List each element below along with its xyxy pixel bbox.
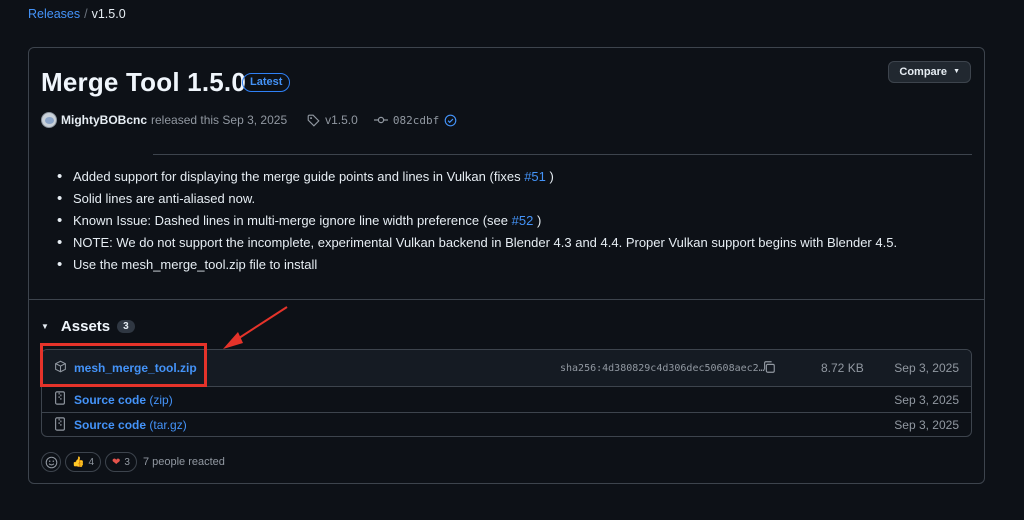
add-reaction-button[interactable] xyxy=(41,452,61,472)
source-zip-link[interactable]: Source code (zip) xyxy=(74,393,173,407)
issue-link[interactable]: #52 xyxy=(512,213,534,228)
note-item: Use the mesh_merge_tool.zip file to inst… xyxy=(57,254,897,276)
note-text: Added support for displaying the merge g… xyxy=(73,169,525,184)
header-divider xyxy=(153,154,972,155)
note-item: Solid lines are anti-aliased now. xyxy=(57,188,897,210)
breadcrumb-current: v1.5.0 xyxy=(91,7,126,21)
reactions-bar: 👍 4 ❤ 3 7 people reacted xyxy=(41,452,225,472)
breadcrumb: Releases / v1.5.0 xyxy=(28,7,126,21)
asset-date: Sep 3, 2025 xyxy=(894,392,959,407)
assets-toggle[interactable]: ▼ Assets 3 xyxy=(41,318,135,335)
heart-count: 3 xyxy=(124,456,130,468)
file-zip-icon xyxy=(54,391,66,408)
tag-icon xyxy=(307,114,320,127)
assets-divider xyxy=(29,299,984,300)
assets-heading: Assets xyxy=(60,318,111,335)
latest-badge: Latest xyxy=(242,73,291,92)
highlight-annotation-box xyxy=(40,343,207,387)
avatar[interactable] xyxy=(41,112,57,128)
asset-row: Source code (tar.gz) Sep 3, 2025 xyxy=(42,412,971,436)
note-text: Known Issue: Dashed lines in multi-merge… xyxy=(73,213,512,228)
source-targz-ext: (tar.gz) xyxy=(149,418,187,432)
commit-sha: 082cdbf xyxy=(392,113,440,127)
release-title: Merge Tool 1.5.0 xyxy=(41,67,246,97)
tag-link[interactable]: v1.5.0 xyxy=(307,113,358,127)
asset-size: 8.72 KB xyxy=(821,361,864,375)
source-targz-label: Source code xyxy=(74,418,147,432)
note-text-after: ) xyxy=(533,213,542,228)
source-zip-ext: (zip) xyxy=(149,392,173,407)
asset-date: Sep 3, 2025 xyxy=(894,418,959,432)
thumbs-up-count: 4 xyxy=(88,456,95,468)
released-text: released this Sep 3, 2025 xyxy=(151,113,288,127)
source-targz-link[interactable]: Source code (tar.gz) xyxy=(74,418,187,432)
source-zip-label: Source code xyxy=(74,392,147,407)
heart-icon: ❤ xyxy=(112,456,121,468)
note-item: NOTE: We do not support the incomplete, … xyxy=(57,232,897,254)
note-item: Added support for displaying the merge g… xyxy=(57,166,897,188)
author-link[interactable]: MightyBOBcnc xyxy=(61,113,147,127)
compare-label: Compare xyxy=(899,66,948,78)
triangle-down-icon: ▼ xyxy=(41,322,49,331)
asset-sha: sha256:4d380829c4d306dec50608aec2… xyxy=(560,362,765,374)
note-text: NOTE: We do not support the incomplete, … xyxy=(73,235,898,250)
note-text-after: ) xyxy=(545,169,554,184)
commit-link[interactable]: 082cdbf xyxy=(373,113,457,127)
release-card: Merge Tool 1.5.0 Latest Compare ▼ Mighty… xyxy=(28,47,985,484)
copy-icon[interactable] xyxy=(762,360,776,377)
asset-date: Sep 3, 2025 xyxy=(894,361,959,375)
commit-icon xyxy=(373,116,388,124)
note-text: Solid lines are anti-aliased now. xyxy=(73,191,256,206)
smiley-icon xyxy=(45,456,57,468)
reactions-summary: 7 people reacted xyxy=(142,456,225,468)
thumbs-up-reaction[interactable]: 👍 4 xyxy=(65,452,102,472)
breadcrumb-releases-link[interactable]: Releases xyxy=(28,7,80,21)
thumbs-up-icon: 👍 xyxy=(72,456,85,468)
tag-label: v1.5.0 xyxy=(325,113,358,127)
file-zip-icon xyxy=(54,416,66,434)
note-item: Known Issue: Dashed lines in multi-merge… xyxy=(57,210,897,232)
issue-link[interactable]: #51 xyxy=(524,169,546,184)
note-text: Use the mesh_merge_tool.zip file to inst… xyxy=(73,257,318,272)
breadcrumb-separator: / xyxy=(84,7,88,21)
verified-icon[interactable] xyxy=(444,114,457,127)
release-meta: MightyBOBcnc released this Sep 3, 2025 v… xyxy=(41,112,457,128)
asset-row: Source code (zip) Sep 3, 2025 xyxy=(42,386,971,412)
caret-down-icon: ▼ xyxy=(953,68,960,75)
release-notes: Added support for displaying the merge g… xyxy=(57,166,897,276)
compare-button[interactable]: Compare ▼ xyxy=(888,61,971,83)
assets-count-badge: 3 xyxy=(117,320,135,333)
heart-reaction[interactable]: ❤ 3 xyxy=(105,452,137,472)
